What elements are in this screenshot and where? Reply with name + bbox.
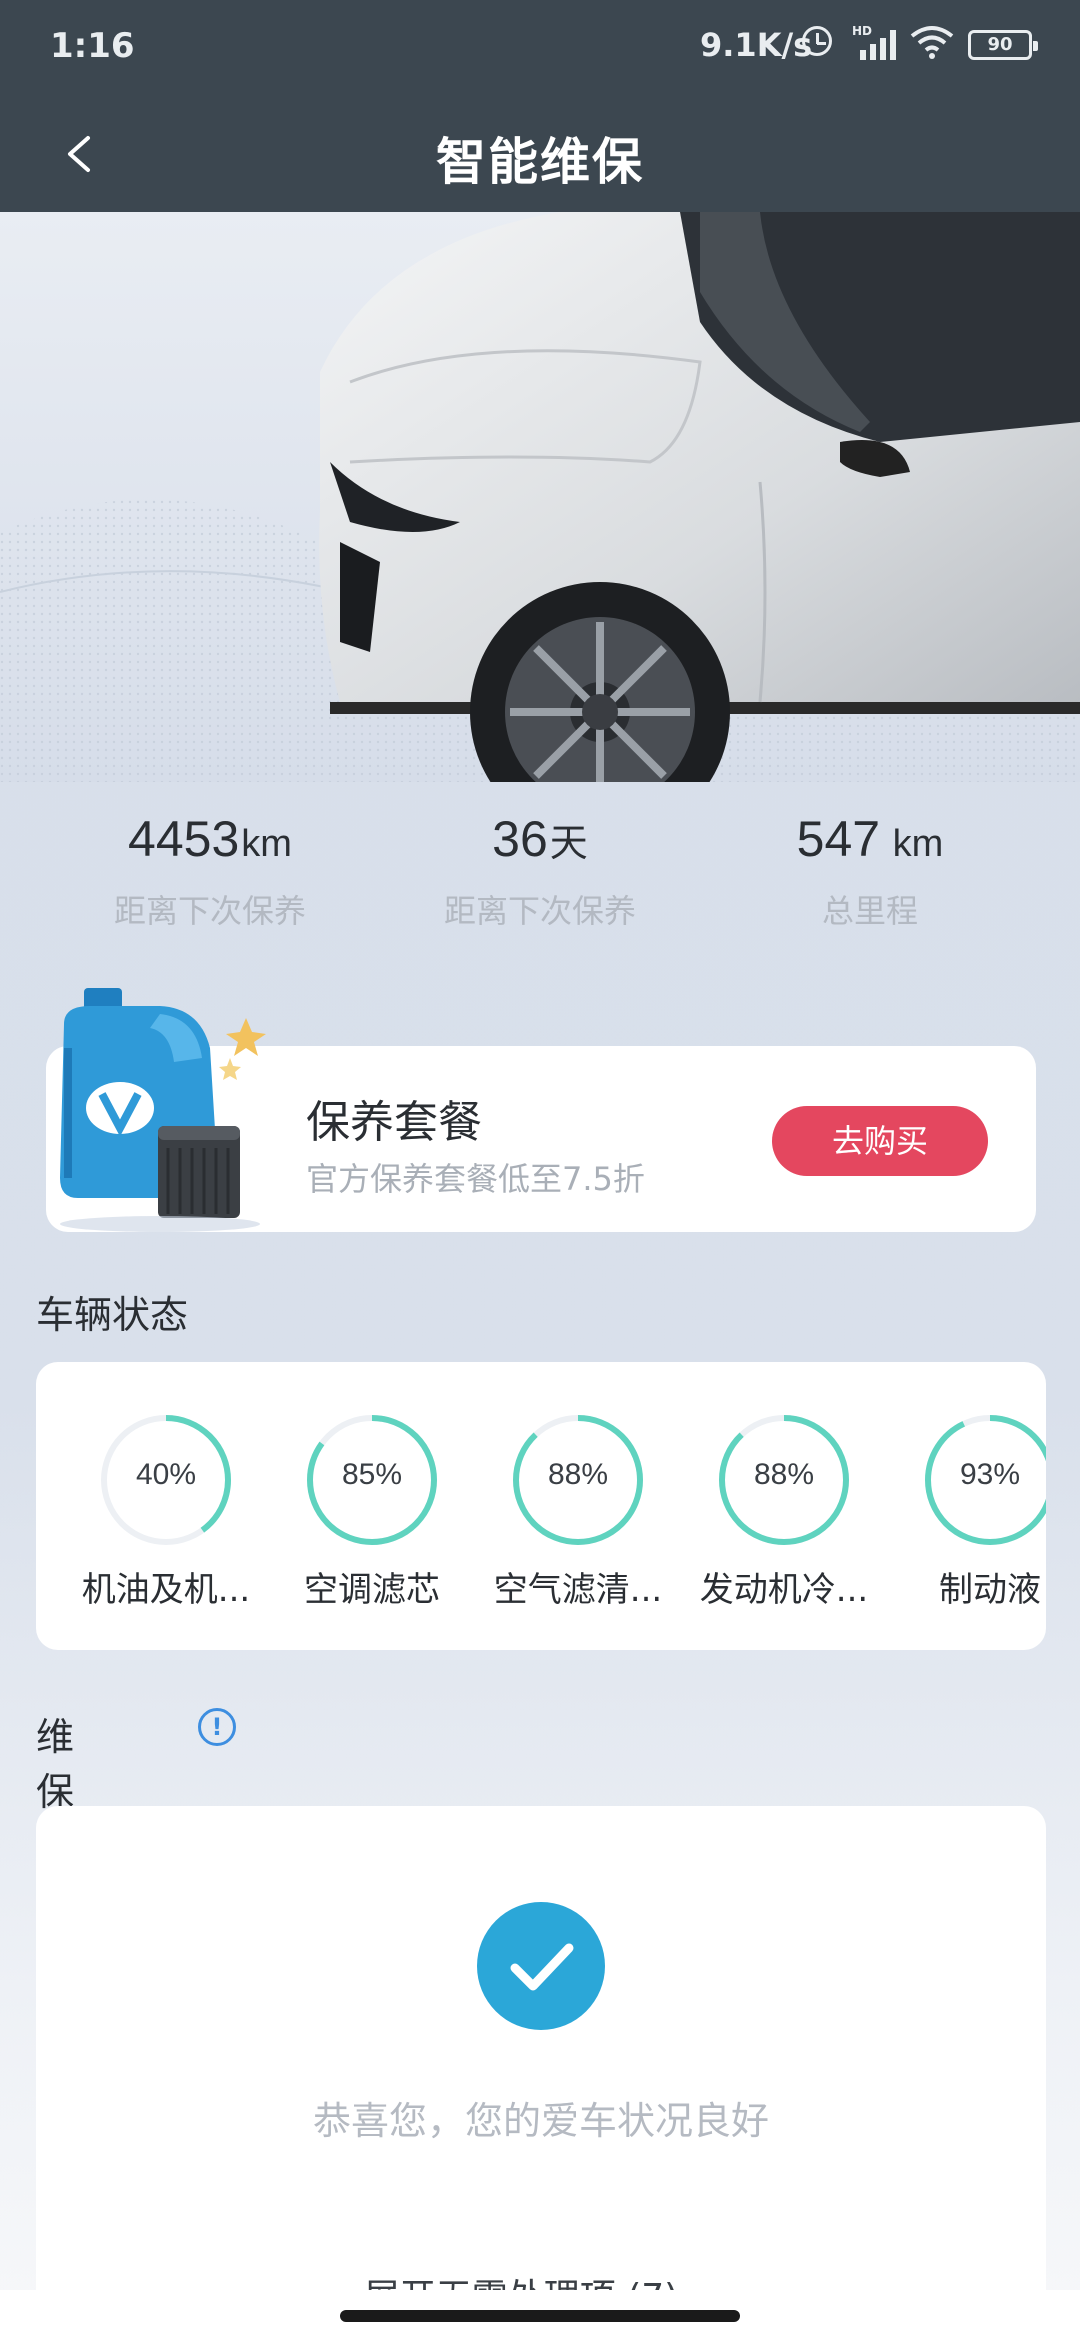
status-gauge[interactable]: 88% 发动机冷... <box>694 1410 874 1630</box>
oil-bottle-icon <box>60 988 266 1232</box>
status-bar: 1:16 9.1K/s HD 90 <box>0 0 1080 96</box>
gauge-label: 空调滤芯 <box>304 1570 440 1610</box>
network-speed: 9.1K/s <box>700 26 813 64</box>
check-icon <box>477 1902 605 2030</box>
stat-label: 总里程 <box>821 892 918 930</box>
wifi-icon <box>910 26 954 59</box>
app-header: 智能维保 <box>0 96 1080 212</box>
status-gauge[interactable]: 93% 制动液 <box>900 1410 1046 1630</box>
package-subtitle: 官方保养套餐低至7.5折 <box>306 1160 645 1198</box>
battery-icon: 90 <box>968 30 1038 60</box>
status-time: 1:16 <box>50 26 135 66</box>
stat-value: 4453km <box>128 811 292 867</box>
vehicle-status-title: 车辆状态 <box>36 1293 189 1337</box>
gauge-label: 制动液 <box>939 1570 1041 1610</box>
home-indicator[interactable] <box>340 2310 740 2322</box>
signal-icon: HD <box>852 24 898 60</box>
vehicle-status-card[interactable]: 40% 机油及机... 85% 空调滤芯 88% 空气滤清... 88% 发动机冷... 93%… <box>36 1362 1046 1650</box>
info-icon[interactable]: ! <box>198 1708 236 1746</box>
stat-value: 36天 <box>492 811 588 867</box>
mileage-stats: 4453km 距离下次保养 36天 距离下次保养 547 km 总里程 <box>0 810 1080 940</box>
status-gauge[interactable]: 88% 空气滤清... <box>488 1410 668 1630</box>
gauge-percent: 93% <box>959 1458 1021 1491</box>
gauge-label: 空气滤清... <box>493 1570 663 1610</box>
buy-button[interactable]: 去购买 <box>772 1106 988 1176</box>
stat-next-maintenance-days: 36天 距离下次保养 <box>360 810 720 932</box>
status-good-message: 恭喜您，您的爱车状况良好 <box>312 2099 769 2143</box>
signal-badge: HD <box>852 24 873 38</box>
gauge-label: 发动机冷... <box>699 1570 869 1610</box>
stat-value: 547 km <box>796 811 944 867</box>
stat-label: 距离下次保养 <box>113 892 306 930</box>
stat-next-maintenance-km: 4453km 距离下次保养 <box>30 810 390 932</box>
gauge-percent: 85% <box>341 1458 403 1491</box>
status-gauge[interactable]: 40% 机油及机... <box>76 1410 256 1630</box>
gauge-percent: 88% <box>753 1458 815 1491</box>
alarm-icon <box>802 26 832 56</box>
page-title: 智能维保 <box>436 133 644 191</box>
package-title: 保养套餐 <box>306 1097 482 1148</box>
gauge-percent: 88% <box>547 1458 609 1491</box>
car-hero-image <box>0 212 1080 782</box>
stat-label: 距离下次保养 <box>443 892 636 930</box>
gauge-percent: 40% <box>135 1458 197 1491</box>
stat-total-mileage: 547 km 总里程 <box>690 810 1050 932</box>
advice-card: 恭喜您，您的爱车状况良好 展开无需处理项 (7) <box>36 1806 1046 2340</box>
status-gauge[interactable]: 85% 空调滤芯 <box>282 1410 462 1630</box>
gauge-label: 机油及机... <box>81 1570 251 1610</box>
